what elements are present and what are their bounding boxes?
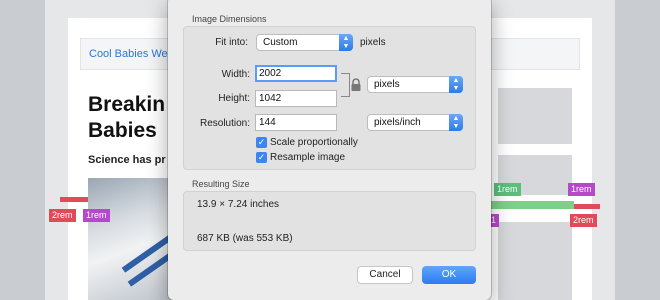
lock-icon[interactable] [350, 78, 362, 92]
checkmark-icon: ✓ [257, 137, 266, 147]
aspect-lock-bracket [341, 73, 350, 97]
height-label: Height: [218, 93, 250, 104]
scale-proportionally-checkbox[interactable]: ✓ [256, 137, 267, 148]
resulting-dimensions: 13.9 × 7.24 inches [197, 199, 280, 210]
resample-image-label[interactable]: Resample image [270, 152, 345, 163]
resolution-unit-value: pixels/inch [374, 117, 421, 128]
spacing-indicator-line [60, 197, 88, 202]
checkmark-icon: ✓ [257, 152, 266, 162]
scale-proportionally-label[interactable]: Scale proportionally [270, 137, 358, 148]
placeholder-box [498, 222, 572, 300]
fit-into-popup[interactable]: Custom ▲ ▼ [256, 34, 353, 51]
spacing-tag-left-red: 2rem [49, 209, 76, 222]
dimension-unit-value: pixels [374, 79, 400, 90]
spacing-tag-right-green: 1rem [494, 183, 521, 196]
popup-arrows-icon: ▲ ▼ [449, 114, 463, 131]
spacing-tag-right-purple-top: 1rem [568, 183, 595, 196]
height-field[interactable] [255, 90, 337, 107]
article-subtitle: Science has pr [88, 154, 166, 166]
nav-site-link[interactable]: Cool Babies We [89, 48, 168, 60]
popup-arrows-icon: ▲ ▼ [339, 34, 353, 51]
spacing-indicator-bar [490, 201, 574, 209]
spacing-tag-left-purple: 1rem [83, 209, 110, 222]
resolution-label: Resolution: [199, 118, 250, 129]
resolution-unit-popup[interactable]: pixels/inch ▲ ▼ [367, 114, 463, 131]
dimension-unit-popup[interactable]: pixels ▲ ▼ [367, 76, 463, 93]
image-dimensions-heading: Image Dimensions [192, 14, 267, 24]
resulting-filesize: 687 KB (was 553 KB) [197, 233, 293, 244]
width-label: Width: [221, 69, 250, 80]
width-field[interactable] [255, 65, 337, 82]
resulting-size-heading: Resulting Size [192, 179, 250, 189]
ok-button[interactable]: OK [422, 266, 476, 284]
fit-into-unit: pixels [360, 37, 386, 48]
fit-into-value: Custom [263, 37, 298, 48]
spacing-tag-right-red: 2rem [570, 214, 597, 227]
popup-arrows-icon: ▲ ▼ [449, 76, 463, 93]
fit-into-label: Fit into: [215, 37, 248, 48]
spacing-indicator-line [574, 204, 600, 209]
cancel-button[interactable]: Cancel [357, 266, 413, 284]
placeholder-box [498, 88, 572, 144]
resample-image-checkbox[interactable]: ✓ [256, 152, 267, 163]
resolution-field[interactable] [255, 114, 337, 131]
